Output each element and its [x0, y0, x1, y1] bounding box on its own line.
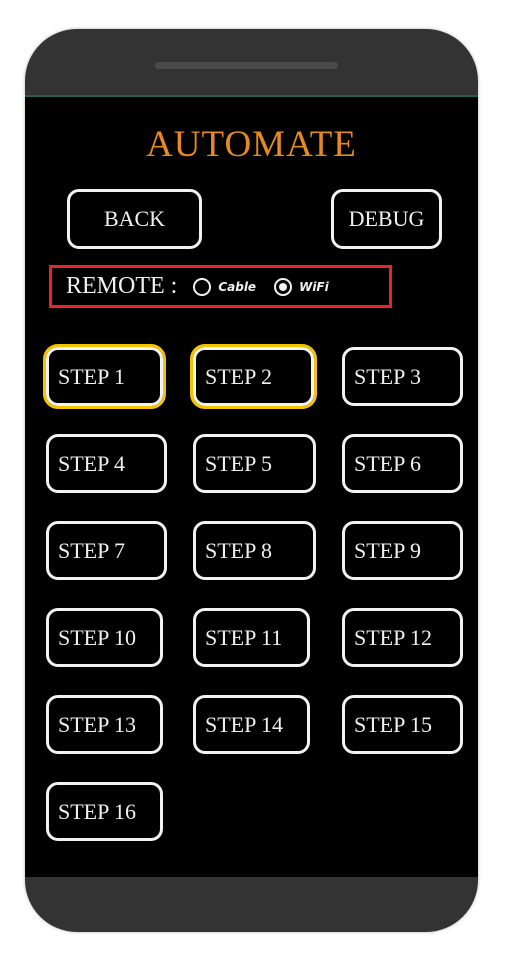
step-button-label: STEP 10: [58, 624, 137, 650]
step-button-16[interactable]: STEP 16: [46, 782, 163, 841]
step-button-13[interactable]: STEP 13: [46, 695, 163, 754]
step-button-7[interactable]: STEP 7: [46, 521, 167, 580]
step-button-label: STEP 15: [354, 711, 433, 737]
radio-circle-icon: [274, 277, 293, 296]
step-button-9[interactable]: STEP 9: [342, 521, 463, 580]
back-button[interactable]: BACK: [67, 189, 202, 249]
step-button-label: STEP 5: [205, 450, 273, 476]
step-button-label: STEP 13: [58, 711, 137, 737]
app-title: AUTOMATE: [146, 124, 357, 165]
radio-wifi[interactable]: WiFi: [274, 277, 329, 296]
step-button-1[interactable]: STEP 1: [43, 344, 166, 409]
step-button-10[interactable]: STEP 10: [46, 608, 163, 667]
step-button-label: STEP 7: [58, 537, 126, 563]
step-button-label: STEP 6: [354, 450, 422, 476]
step-button-label: STEP 16: [58, 798, 137, 824]
step-button-label: STEP 8: [205, 537, 273, 563]
radio-wifi-label: WiFi: [299, 279, 329, 294]
step-button-label: STEP 2: [205, 363, 273, 389]
step-button-5[interactable]: STEP 5: [193, 434, 316, 493]
step-button-6[interactable]: STEP 6: [342, 434, 463, 493]
step-button-11[interactable]: STEP 11: [193, 608, 310, 667]
step-button-label: STEP 14: [205, 711, 284, 737]
step-button-2[interactable]: STEP 2: [190, 344, 317, 409]
debug-button-label: DEBUG: [348, 206, 425, 231]
remote-selector: REMOTE : Cable WiFi: [49, 265, 392, 308]
step-button-15[interactable]: STEP 15: [342, 695, 463, 754]
step-button-label: STEP 1: [58, 363, 126, 389]
debug-button[interactable]: DEBUG: [331, 189, 442, 249]
phone-frame: AUTOMATE BACK DEBUG REMOTE : Cable WiFi …: [25, 29, 478, 932]
step-button-8[interactable]: STEP 8: [193, 521, 316, 580]
back-button-label: BACK: [103, 206, 166, 231]
step-button-14[interactable]: STEP 14: [193, 695, 310, 754]
app-screen: AUTOMATE BACK DEBUG REMOTE : Cable WiFi …: [25, 95, 478, 877]
step-button-label: STEP 3: [354, 363, 422, 389]
step-button-label: STEP 9: [354, 537, 422, 563]
step-button-4[interactable]: STEP 4: [46, 434, 167, 493]
radio-circle-icon: [193, 277, 212, 296]
radio-cable-label: Cable: [218, 279, 257, 294]
remote-label: REMOTE :: [66, 273, 178, 299]
step-button-12[interactable]: STEP 12: [342, 608, 463, 667]
step-button-3[interactable]: STEP 3: [342, 347, 463, 406]
step-button-label: STEP 12: [354, 624, 433, 650]
radio-cable[interactable]: Cable: [193, 277, 257, 296]
speaker-grille: [155, 62, 338, 69]
step-button-label: STEP 11: [205, 624, 283, 650]
step-button-label: STEP 4: [58, 450, 126, 476]
